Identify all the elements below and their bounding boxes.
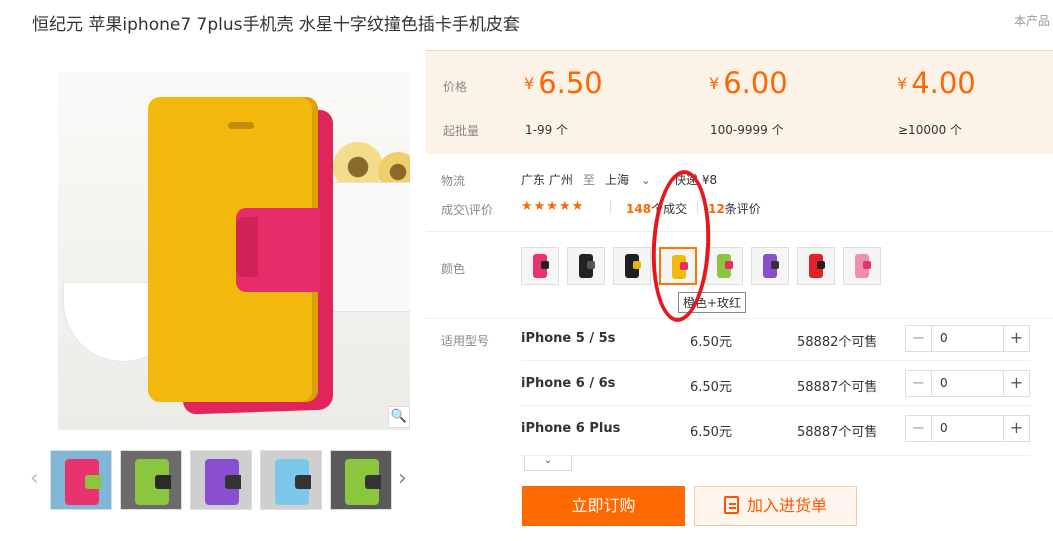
plus-icon[interactable]: + [1003, 326, 1029, 351]
color-swatch[interactable] [567, 247, 605, 285]
minus-icon[interactable]: − [906, 416, 932, 441]
model-name: iPhone 5 / 5s [521, 331, 616, 346]
divider [610, 200, 611, 213]
currency-symbol: ¥ [524, 74, 535, 93]
color-swatch[interactable] [521, 247, 559, 285]
price-tier-2: ¥6.00 [709, 66, 788, 100]
main-product-image[interactable] [58, 72, 410, 430]
plus-icon[interactable]: + [1003, 416, 1029, 441]
review-count-suffix: 条评价 [724, 202, 761, 216]
rating-stars: ★★★★★ [521, 199, 585, 214]
plus-icon[interactable]: + [1003, 371, 1029, 396]
quantity-input[interactable]: 0 [932, 416, 1003, 441]
price-tier-3: ¥4.00 [897, 66, 976, 100]
thumbnail-prev-icon[interactable]: ‹ [30, 466, 39, 491]
color-label: 颜色 [441, 262, 466, 276]
thumbnail-3[interactable] [190, 450, 252, 510]
divider [426, 231, 1053, 232]
divider [426, 318, 1053, 319]
model-stock: 58887个可售 [797, 425, 878, 440]
price-label: 价格 [443, 80, 468, 94]
add-to-cart-label: 加入进货单 [746, 496, 827, 515]
divider [521, 360, 1031, 361]
qty-range-1: 1-99 个 [525, 123, 569, 137]
quantity-stepper[interactable]: − 0 + [905, 325, 1030, 352]
ship-to-value: 上海 [605, 173, 630, 187]
divider [521, 405, 1031, 406]
price-value: 4.00 [911, 66, 976, 100]
chevron-down-icon: ⌄ [640, 173, 651, 187]
buy-now-button[interactable]: 立即订购 [522, 486, 685, 526]
models-label: 适用型号 [441, 334, 490, 348]
color-swatch[interactable] [843, 247, 881, 285]
add-to-cart-button[interactable]: 加入进货单 [694, 486, 857, 526]
minus-icon[interactable]: − [906, 326, 932, 351]
model-name: iPhone 6 / 6s [521, 376, 616, 391]
review-count-number: 12 [708, 202, 725, 216]
deal-count-number: 148 [626, 202, 652, 216]
deals-label: 成交\评价 [441, 203, 494, 217]
currency-symbol: ¥ [709, 74, 720, 93]
review-count[interactable]: 12条评价 [708, 200, 761, 217]
currency-symbol: ¥ [897, 74, 908, 93]
model-price: 6.50元 [690, 380, 732, 395]
expand-more-icon[interactable]: ⌄ [524, 455, 572, 471]
color-swatch[interactable] [797, 247, 835, 285]
model-stock: 58882个可售 [797, 335, 878, 350]
price-value: 6.00 [723, 66, 788, 100]
product-title: 恒纪元 苹果iphone7 7plus手机壳 水星十字纹撞色插卡手机皮套 [32, 15, 520, 35]
min-qty-label: 起批量 [443, 124, 480, 138]
zoom-icon[interactable]: 🔍 [388, 406, 410, 428]
price-value: 6.50 [538, 66, 603, 100]
model-stock: 58887个可售 [797, 380, 878, 395]
ship-to-word: 至 [583, 173, 596, 187]
model-price: 6.50元 [690, 335, 732, 350]
top-right-note: 本产品 [1014, 14, 1051, 28]
ship-from: 广东 广州 [521, 173, 573, 187]
qty-range-3: ≥10000 个 [898, 123, 963, 137]
quantity-stepper[interactable]: − 0 + [905, 370, 1030, 397]
model-name: iPhone 6 Plus [521, 421, 621, 436]
quantity-input[interactable]: 0 [932, 371, 1003, 396]
color-swatch[interactable] [705, 247, 743, 285]
minus-icon[interactable]: − [906, 371, 932, 396]
thumbnail-1[interactable] [50, 450, 112, 510]
divider [521, 455, 1031, 456]
quantity-input[interactable]: 0 [932, 326, 1003, 351]
thumbnail-5[interactable] [330, 450, 392, 510]
price-tier-1: ¥6.50 [524, 66, 603, 100]
clipboard-icon [723, 496, 739, 514]
quantity-stepper[interactable]: − 0 + [905, 415, 1030, 442]
thumbnail-next-icon[interactable]: › [398, 466, 407, 491]
model-price: 6.50元 [690, 425, 732, 440]
logistics-label: 物流 [441, 174, 466, 188]
thumbnail-4[interactable] [260, 450, 322, 510]
qty-range-2: 100-9999 个 [710, 123, 784, 137]
color-swatch[interactable] [751, 247, 789, 285]
ship-to-select[interactable]: 上海 ⌄ [605, 171, 651, 188]
thumbnail-2[interactable] [120, 450, 182, 510]
color-swatch[interactable] [613, 247, 651, 285]
